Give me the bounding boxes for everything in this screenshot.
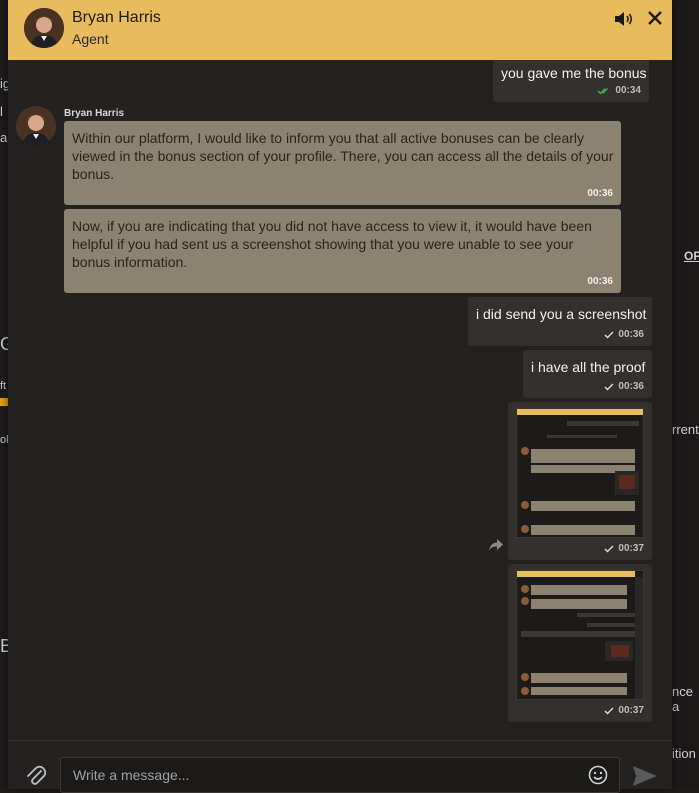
message-meta: 00:36 [604,329,644,340]
message-text: you gave me the bonus [501,65,647,81]
message-input[interactable] [60,757,620,793]
message-time: 00:37 [618,705,644,716]
check-icon [604,707,614,714]
bg-fragment: ition [672,746,696,761]
screenshot-image[interactable] [516,408,644,538]
check-icon [604,331,614,338]
emoji-icon[interactable] [588,765,608,785]
double-check-icon [597,87,609,95]
message-time: 00:36 [618,381,644,392]
agent-avatar [24,8,64,48]
chat-window: Bryan Harris Agent you gave me the bonus… [8,0,672,793]
agent-name: Bryan Harris [72,9,161,26]
forward-icon[interactable] [488,538,504,552]
close-icon[interactable] [646,9,664,27]
message-meta: 00:36 [587,188,613,199]
message-list[interactable]: you gave me the bonus 00:34 Bryan Harris… [8,60,672,740]
screenshot-image[interactable] [516,570,644,700]
check-icon [604,383,614,390]
bg-fragment: l [0,104,3,119]
message-text: i did send you a screenshot [476,306,647,322]
check-icon [604,545,614,552]
outgoing-image-message: 00:37 [508,402,652,560]
message-meta: 00:37 [604,543,644,554]
bg-fragment: ft [0,380,7,392]
message-meta: 00:34 [597,85,641,96]
bg-fragment: OP [684,249,699,263]
speaker-icon[interactable] [614,11,634,27]
outgoing-image-message: 00:37 [508,564,652,722]
paperclip-icon[interactable] [26,765,47,787]
outgoing-message: i have all the proof 00:36 [523,350,652,398]
bg-accent [0,398,8,406]
sender-name: Bryan Harris [64,108,125,119]
incoming-message: Now, if you are indicating that you did … [64,209,621,293]
message-meta: 00:36 [587,276,613,287]
bg-right-panel [672,0,699,789]
chat-header: Bryan Harris Agent [8,0,672,60]
message-text: Within our platform, I would like to inf… [72,130,614,182]
sender-avatar [16,106,56,146]
outgoing-message: i did send you a screenshot 00:36 [468,297,652,346]
agent-role: Agent [72,31,109,47]
message-time: 00:36 [618,329,644,340]
message-time: 00:36 [587,188,613,199]
message-meta: 00:37 [604,705,644,716]
incoming-message: Within our platform, I would like to inf… [64,121,621,205]
message-time: 00:36 [587,276,613,287]
message-time: 00:37 [618,543,644,554]
bg-fragment: nce a [672,684,693,714]
message-composer [8,740,672,793]
message-text: Now, if you are indicating that you did … [72,218,592,270]
bg-fragment: rrent [672,422,699,437]
outgoing-message: you gave me the bonus 00:34 [493,60,649,102]
message-meta: 00:36 [604,381,644,392]
message-time: 00:34 [615,85,641,96]
message-text: i have all the proof [531,359,646,375]
send-icon[interactable] [632,765,658,787]
